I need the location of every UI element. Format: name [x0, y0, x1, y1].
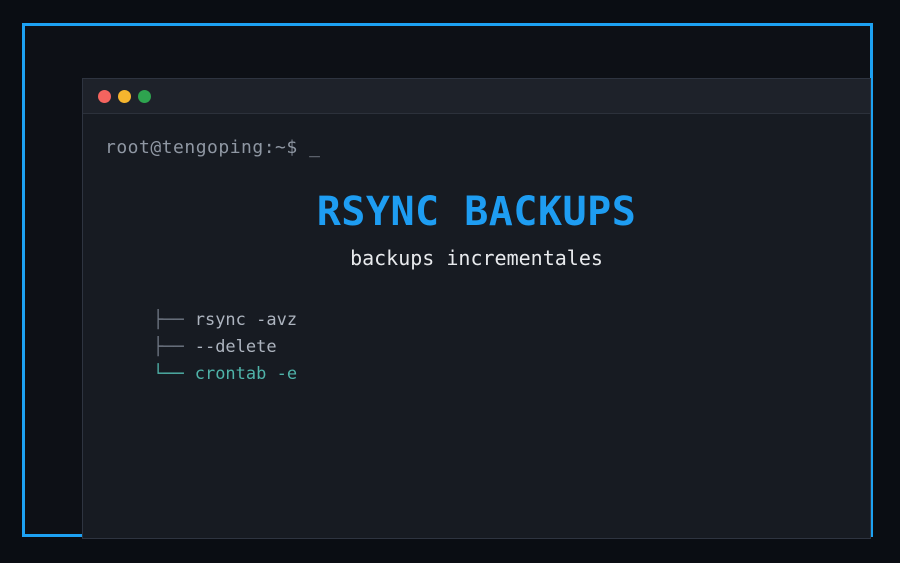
page-title: RSYNC BACKUPS [316, 189, 637, 235]
maximize-button[interactable] [138, 89, 151, 103]
minimize-button[interactable] [118, 89, 131, 103]
command-tree: ├── rsync -avz ├── --delete └── crontab … [153, 306, 870, 387]
terminal-body: root@tengoping:~$ _ RSYNC BACKUPS backup… [83, 114, 870, 387]
tree-item-label: rsync -avz [194, 309, 298, 330]
tree-item-crontab: └── crontab -e [153, 360, 870, 387]
tree-item-rsync: ├── rsync -avz [153, 306, 870, 333]
tree-item-label: crontab -e [194, 363, 298, 384]
accent-frame: root@tengoping:~$ _ RSYNC BACKUPS backup… [22, 23, 873, 539]
page-subtitle: backups incrementales [350, 246, 603, 270]
close-button[interactable] [98, 89, 111, 103]
tree-item-label: --delete [194, 336, 277, 357]
tree-branch-icon: ├── [153, 336, 184, 357]
shell-prompt[interactable]: root@tengoping:~$ _ [105, 137, 870, 158]
tree-item-delete: ├── --delete [153, 333, 870, 360]
terminal-window: root@tengoping:~$ _ RSYNC BACKUPS backup… [82, 78, 871, 539]
tree-branch-end-icon: └── [153, 363, 184, 384]
terminal-titlebar[interactable] [83, 79, 870, 114]
tree-branch-icon: ├── [153, 309, 184, 330]
